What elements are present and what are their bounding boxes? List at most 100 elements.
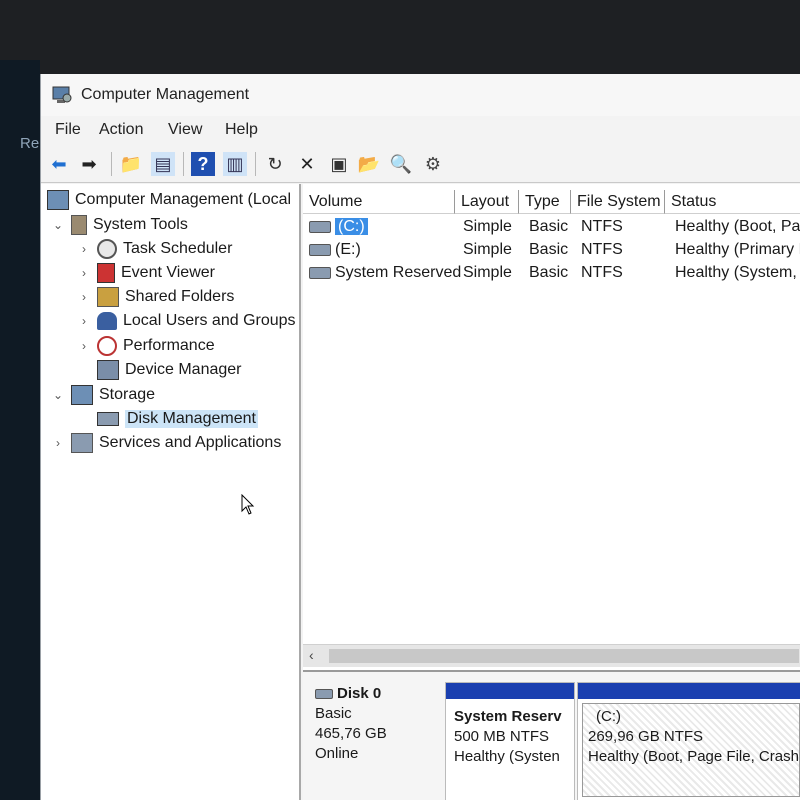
drive-icon (309, 243, 331, 256)
partition-system-reserved[interactable]: System Reserv 500 MB NTFS Healthy (Syste… (445, 682, 575, 800)
show-hide-console-tree-icon[interactable]: ▤ (151, 152, 175, 176)
column-header-status[interactable]: Status (665, 190, 800, 214)
tree-item-label: Services and Applications (99, 434, 282, 451)
partition-bar (446, 683, 574, 699)
table-row[interactable]: (E:) Simple Basic NTFS Healthy (Primary … (303, 241, 800, 263)
menu-view[interactable]: View (168, 121, 202, 139)
disk-management-icon (97, 412, 119, 426)
layout-cell: Simple (463, 241, 512, 258)
drive-icon (309, 266, 331, 279)
tree-item-local-users-groups[interactable]: › Local Users and Groups (77, 310, 296, 332)
tree-item-label: Storage (99, 386, 156, 403)
tree-root[interactable]: Computer Management (Local (47, 189, 291, 211)
help-icon[interactable]: ? (191, 152, 215, 176)
title-bar: Computer Management (41, 74, 800, 116)
column-header-type[interactable]: Type (519, 190, 571, 214)
column-header-file-system[interactable]: File System (571, 190, 665, 214)
chevron-right-icon[interactable]: › (77, 266, 91, 280)
tree-item-label: Task Scheduler (123, 240, 233, 257)
disk-size: 465,76 GB (315, 725, 387, 742)
properties-panel-icon[interactable]: ▥ (223, 152, 247, 176)
refresh-icon[interactable]: ↻ (263, 152, 287, 176)
tree-item-services-applications[interactable]: › Services and Applications (51, 432, 281, 454)
partition-size: 500 MB NTFS (454, 728, 550, 745)
settings-icon[interactable]: ⚙ (421, 152, 445, 176)
chevron-down-icon[interactable]: ⌄ (51, 218, 65, 232)
toolbar: ⬅ ➡ 📁 ▤ ? ▥ ↻ ✕ ▣ 📂 🔍 ⚙ (41, 146, 800, 183)
disk-state: Online (315, 745, 359, 762)
forward-arrow-icon[interactable]: ➡ (77, 152, 101, 176)
status-cell: Healthy (Primary P (675, 241, 800, 258)
type-cell: Basic (529, 241, 569, 258)
computer-management-window: Computer Management File Action View Hel… (40, 74, 800, 800)
open-folder-icon[interactable]: 📂 (357, 152, 381, 176)
back-arrow-icon[interactable]: ⬅ (47, 152, 71, 176)
tree-item-system-tools[interactable]: ⌄ System Tools (51, 214, 188, 236)
up-folder-icon[interactable]: 📁 (119, 152, 143, 176)
layout-cell: Simple (463, 264, 512, 281)
device-manager-icon (97, 360, 119, 380)
delete-icon[interactable]: ✕ (295, 152, 319, 176)
tree-item-label: Disk Management (125, 410, 258, 428)
chevron-right-icon[interactable]: › (77, 290, 91, 304)
fs-cell: NTFS (581, 241, 623, 258)
menu-file[interactable]: File (55, 121, 81, 139)
tree-item-label: System Tools (93, 216, 188, 233)
scroll-left-arrow-icon[interactable]: ‹ (309, 647, 314, 663)
menu-action[interactable]: Action (99, 121, 143, 139)
background-text: Re (20, 135, 40, 152)
tree-item-disk-management[interactable]: Disk Management (77, 408, 258, 430)
tree-item-label: Performance (123, 337, 215, 354)
tree-item-performance[interactable]: › Performance (77, 335, 215, 357)
status-cell: Healthy (Boot, Pag (675, 218, 800, 235)
type-cell: Basic (529, 264, 569, 281)
tree-item-label: Event Viewer (121, 264, 215, 281)
chevron-right-icon[interactable]: › (77, 339, 91, 353)
chevron-right-icon[interactable]: › (77, 242, 91, 256)
computer-management-icon (47, 190, 69, 210)
tree-item-device-manager[interactable]: Device Manager (77, 359, 242, 381)
type-cell: Basic (529, 218, 569, 235)
column-header-volume[interactable]: Volume (303, 190, 455, 214)
window-title: Computer Management (81, 86, 250, 103)
chevron-down-icon[interactable]: ⌄ (51, 388, 65, 402)
search-disk-icon[interactable]: 🔍 (389, 152, 413, 176)
partition-bar (578, 683, 800, 699)
tree-item-storage[interactable]: ⌄ Storage (51, 384, 155, 406)
mouse-cursor-icon (241, 494, 255, 515)
chevron-right-icon[interactable]: › (77, 314, 91, 328)
fs-cell: NTFS (581, 218, 623, 235)
chevron-right-icon[interactable]: › (51, 436, 65, 450)
details-pane: Volume Layout Type File System Status (C… (303, 184, 800, 800)
horizontal-scrollbar[interactable]: ‹ (303, 644, 800, 667)
users-icon (97, 312, 117, 330)
menu-bar: File Action View Help (41, 118, 800, 144)
tools-icon (71, 215, 87, 235)
storage-icon (71, 385, 93, 405)
services-icon (71, 433, 93, 453)
table-row[interactable]: (C:) Simple Basic NTFS Healthy (Boot, Pa… (303, 218, 800, 240)
menu-help[interactable]: Help (225, 121, 258, 139)
tree-item-label: Shared Folders (125, 288, 235, 305)
tree-item-task-scheduler[interactable]: › Task Scheduler (77, 238, 232, 260)
disk-0-info[interactable]: Disk 0 Basic 465,76 GB Online (315, 684, 387, 764)
computer-management-icon (52, 86, 72, 103)
tree-item-shared-folders[interactable]: › Shared Folders (77, 286, 234, 308)
partition-name: System Reserv (454, 708, 562, 725)
partition-c[interactable]: (C:) 269,96 GB NTFS Healthy (Boot, Page … (577, 682, 800, 800)
tree-item-event-viewer[interactable]: › Event Viewer (77, 262, 215, 284)
shared-folder-icon (97, 287, 119, 307)
disk-graphical-view: Disk 0 Basic 465,76 GB Online System Res… (303, 670, 800, 800)
properties-icon[interactable]: ▣ (327, 152, 351, 176)
partition-size: 269,96 GB NTFS (588, 728, 704, 745)
scrollbar-thumb[interactable] (329, 649, 799, 663)
disk-icon (315, 689, 333, 700)
table-row[interactable]: System Reserved Simple Basic NTFS Health… (303, 264, 800, 286)
fs-cell: NTFS (581, 264, 623, 281)
layout-cell: Simple (463, 218, 512, 235)
tree-root-label: Computer Management (Local (75, 191, 292, 208)
volume-cell: (E:) (309, 241, 361, 259)
column-header-layout[interactable]: Layout (455, 190, 519, 214)
tree-item-label: Local Users and Groups (123, 312, 296, 329)
console-tree: Computer Management (Local ⌄ System Tool… (41, 184, 301, 800)
